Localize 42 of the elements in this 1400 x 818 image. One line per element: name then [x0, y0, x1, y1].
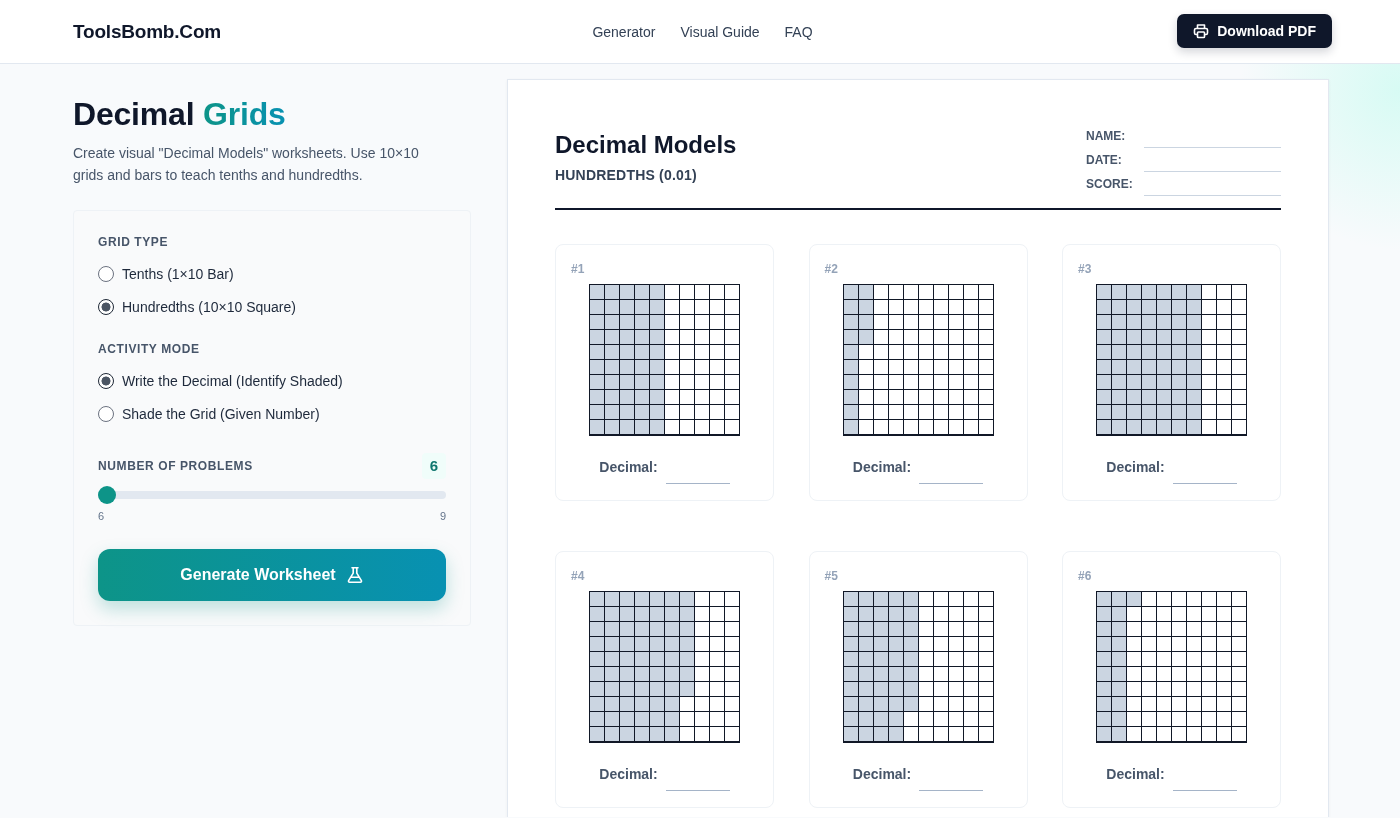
slider-thumb[interactable] [98, 486, 116, 504]
flask-icon [345, 566, 364, 584]
slider-min-label: 6 [98, 509, 105, 523]
nav-link[interactable]: Visual Guide [680, 23, 760, 40]
problem-number: #3 [1078, 261, 1093, 277]
problem-number: #1 [571, 261, 586, 277]
answer-label: Decimal: [852, 458, 912, 477]
field-label: SCORE: [1086, 176, 1134, 192]
radio-label[interactable]: Hundredths (10×10 Square) [122, 298, 296, 315]
worksheet-subtitle: HUNDREDTHS (0.01) [555, 166, 698, 185]
radio-button[interactable] [98, 298, 114, 315]
generate-worksheet-button[interactable]: Generate Worksheet [98, 549, 446, 601]
field-label: NAME: [1086, 128, 1127, 144]
problem-number: #2 [824, 261, 839, 277]
problem-count-value: 6 [421, 453, 446, 479]
radio-label[interactable]: Tenths (1×10 Bar) [122, 265, 234, 282]
radio-button[interactable] [98, 405, 114, 422]
section-label: ACTIVITY MODE [98, 341, 201, 357]
site-logo[interactable]: ToolsBomb.Com [73, 20, 221, 42]
answer-label: Decimal: [1106, 458, 1165, 477]
answer-label: Decimal: [599, 458, 658, 477]
answer-label: Decimal: [599, 765, 658, 784]
problem-number: #6 [1078, 568, 1093, 584]
field-label: DATE: [1086, 152, 1123, 168]
printer-icon [1193, 22, 1210, 39]
radio-button[interactable] [98, 372, 114, 389]
worksheet-title: Decimal Models [555, 130, 737, 160]
problem-number: #5 [824, 568, 839, 584]
page-description: Create visual "Decimal Models" worksheets. Use 10×10 grids and bars to teach tenths and hundredths. [73, 144, 420, 185]
nav-link[interactable]: FAQ [784, 23, 813, 40]
answer-label: Decimal: [852, 765, 912, 784]
radio-label[interactable]: Write the Decimal (Identify Shaded) [122, 372, 343, 389]
radio-label[interactable]: Shade the Grid (Given Number) [122, 405, 320, 422]
page-title: Decimal Grids [73, 95, 287, 133]
slider-max-label: 9 [439, 509, 446, 523]
answer-label: Decimal: [1106, 765, 1165, 784]
radio-button[interactable] [98, 265, 114, 282]
problem-number: #4 [571, 568, 586, 584]
nav-link[interactable]: Generator [592, 23, 656, 40]
section-label: NUMBER OF PROBLEMS [98, 458, 253, 474]
download-pdf-button[interactable]: Download PDF [1177, 13, 1332, 48]
section-label: GRID TYPE [98, 234, 170, 250]
